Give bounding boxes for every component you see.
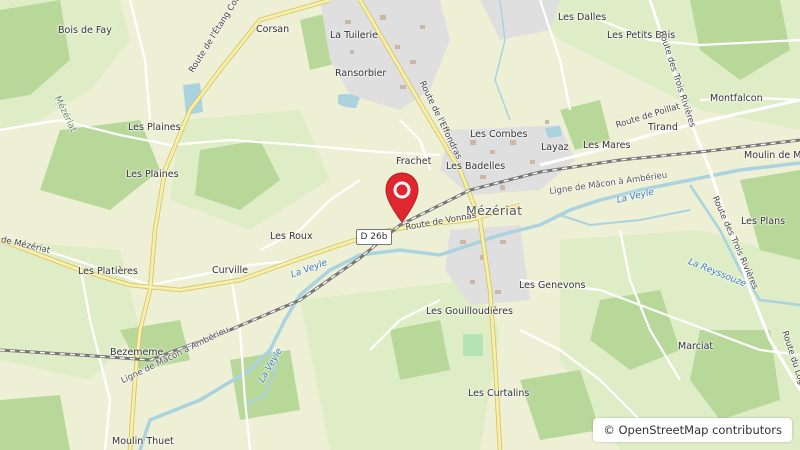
place-label: Les Genevons — [519, 280, 586, 291]
place-label: Montfalcon — [710, 93, 763, 104]
place-label: Les Roux — [270, 231, 313, 242]
place-label: Les Plans — [741, 216, 786, 227]
place-label: Marciat — [678, 341, 714, 352]
attribution-text: OpenStreetMap contributors — [618, 423, 782, 437]
map-view[interactable]: Bois de Fay Corsan La Tuilerie Les Dalle… — [0, 0, 800, 450]
place-label: La Tuilerie — [330, 30, 379, 41]
place-label: Layaz — [541, 142, 569, 153]
place-label: Les Plaines — [126, 169, 179, 180]
place-label: Les Plaines — [128, 122, 181, 133]
place-label: Ransorbier — [335, 68, 387, 79]
copyright-icon: © — [603, 423, 615, 437]
place-label: Curville — [212, 265, 248, 276]
place-label: Frachet — [396, 156, 432, 167]
place-label: Les Combes — [470, 129, 528, 140]
place-label: Bezememe — [110, 347, 164, 358]
place-label: Moulin de M — [744, 150, 800, 161]
map-attribution[interactable]: © OpenStreetMap contributors — [593, 418, 792, 442]
place-label: Les Gouilloudières — [426, 306, 513, 317]
map-basemap — [0, 0, 800, 450]
location-marker-icon[interactable] — [384, 172, 420, 224]
place-label: Tirand — [648, 122, 678, 133]
place-label: Corsan — [256, 24, 290, 35]
place-label: Bois de Fay — [58, 25, 112, 36]
place-label: Les Mares — [583, 140, 631, 151]
place-label: Les Platières — [78, 266, 138, 277]
road-ref-shield: D 26b — [356, 229, 392, 245]
place-label: Moulin Thuet — [112, 436, 174, 447]
place-label: Les Dalles — [558, 12, 607, 23]
place-label: Les Badelles — [446, 161, 506, 172]
place-label: Les Curtalins — [468, 388, 530, 399]
